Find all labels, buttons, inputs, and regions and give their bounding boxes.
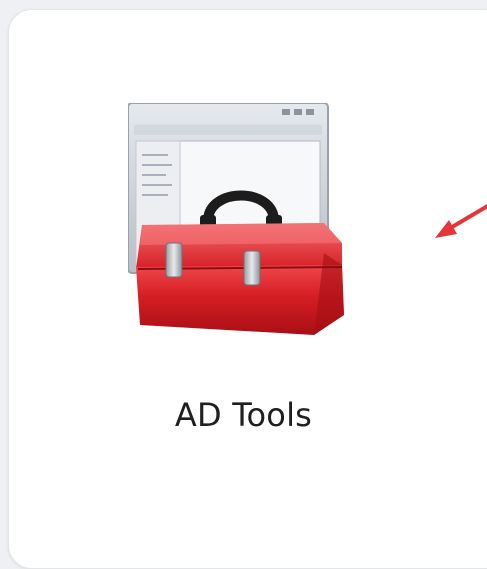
- red-arrow-pointer: [433, 198, 487, 242]
- tile-label: AD Tools: [174, 396, 313, 434]
- toolbox-icon: [127, 102, 374, 343]
